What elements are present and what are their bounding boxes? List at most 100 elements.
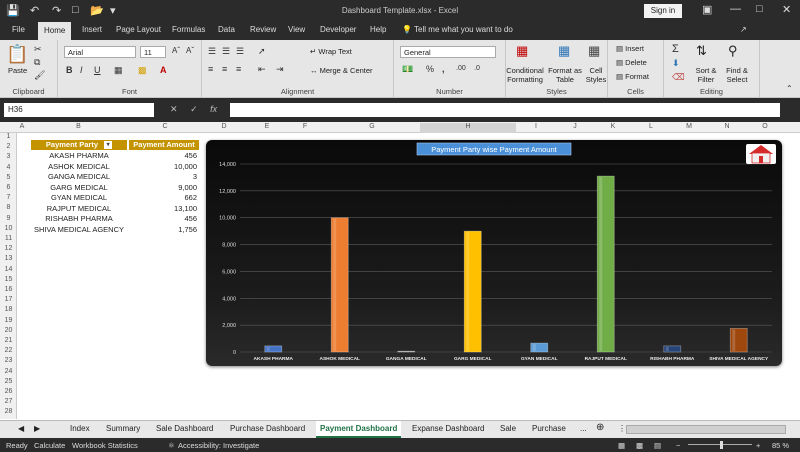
- fill-icon[interactable]: ⬇: [672, 58, 680, 69]
- column-header[interactable]: E: [248, 123, 286, 130]
- sheet-tab-sale-dashboard[interactable]: Sale Dashboard: [156, 424, 213, 433]
- format-cells-button[interactable]: ▤ Format: [616, 72, 649, 81]
- row-header[interactable]: 12: [0, 245, 17, 252]
- autosum-icon[interactable]: Σ: [672, 43, 679, 55]
- row-header[interactable]: 14: [0, 266, 17, 273]
- tab-data[interactable]: Data: [218, 25, 235, 34]
- paste-icon[interactable]: 📋: [6, 44, 28, 65]
- column-header[interactable]: L: [632, 123, 670, 130]
- sheet-tab-summary[interactable]: Summary: [106, 424, 140, 433]
- table-cell-amount[interactable]: 13,100: [129, 204, 197, 214]
- delete-cells-button[interactable]: ▤ Delete: [616, 58, 647, 67]
- grow-font-icon[interactable]: Aˆ: [172, 46, 180, 55]
- cut-icon[interactable]: ✂: [34, 44, 42, 55]
- column-header[interactable]: J: [556, 123, 594, 130]
- table-cell-party[interactable]: RISHABH PHARMA: [31, 214, 127, 224]
- column-header[interactable]: O: [746, 123, 784, 130]
- zoom-level[interactable]: 85 %: [772, 441, 789, 450]
- row-header[interactable]: 27: [0, 398, 17, 405]
- sheet-scroll-right-icon[interactable]: ▶: [34, 424, 40, 433]
- page-layout-view-icon[interactable]: ▩: [636, 441, 643, 450]
- row-header[interactable]: 6: [0, 184, 17, 191]
- format-as-table-icon[interactable]: ▦: [558, 43, 570, 59]
- align-center-icon[interactable]: ≡: [222, 64, 227, 74]
- row-header[interactable]: 9: [0, 215, 17, 222]
- tab-review[interactable]: Review: [250, 25, 276, 34]
- cancel-icon[interactable]: ✕: [170, 104, 178, 114]
- format-as-table-button[interactable]: Format as Table: [546, 66, 584, 84]
- tab-home[interactable]: Home: [38, 22, 72, 40]
- share-icon[interactable]: ↗: [740, 25, 747, 34]
- formula-input[interactable]: [230, 103, 780, 117]
- row-header[interactable]: 2: [0, 143, 17, 150]
- decrease-indent-icon[interactable]: ⇤: [258, 64, 266, 75]
- row-header[interactable]: 20: [0, 327, 17, 334]
- wrap-text-button[interactable]: ↵ Wrap Text: [310, 47, 352, 56]
- sort-filter-icon[interactable]: ⇅: [696, 43, 707, 59]
- column-header[interactable]: M: [670, 123, 708, 130]
- sheet-tab-sale[interactable]: Sale: [500, 424, 516, 433]
- status-calculate[interactable]: Calculate: [34, 441, 65, 450]
- align-left-icon[interactable]: ≡: [208, 64, 213, 74]
- tab-view[interactable]: View: [288, 25, 305, 34]
- row-header[interactable]: 1: [0, 133, 17, 140]
- close-icon[interactable]: ✕: [782, 3, 791, 16]
- insert-function-icon[interactable]: fx: [210, 104, 217, 114]
- align-bottom-icon[interactable]: ☰: [236, 46, 244, 57]
- tab-help[interactable]: Help: [370, 25, 386, 34]
- sort-filter-button[interactable]: Sort & Filter: [692, 66, 720, 84]
- font-color-icon[interactable]: A: [160, 65, 167, 75]
- sheet-tab-purchase-dashboard[interactable]: Purchase Dashboard: [230, 424, 305, 433]
- sign-in-button[interactable]: Sign in: [644, 4, 682, 18]
- enter-icon[interactable]: ✓: [190, 104, 198, 114]
- table-cell-party[interactable]: GYAN MEDICAL: [31, 193, 127, 203]
- align-right-icon[interactable]: ≡: [236, 64, 241, 74]
- zoom-in-icon[interactable]: +: [756, 441, 760, 450]
- filter-dropdown-icon[interactable]: ▾: [104, 141, 113, 150]
- decrease-decimal-icon[interactable]: .0: [474, 65, 480, 72]
- row-header[interactable]: 13: [0, 255, 17, 262]
- table-cell-party[interactable]: GARG MEDICAL: [31, 183, 127, 193]
- borders-icon[interactable]: ▦: [114, 65, 123, 76]
- insert-cells-button[interactable]: ▤ Insert: [616, 44, 644, 53]
- row-header[interactable]: 25: [0, 378, 17, 385]
- column-header[interactable]: G: [324, 123, 420, 130]
- table-cell-amount[interactable]: 10,000: [129, 162, 197, 172]
- increase-decimal-icon[interactable]: .00: [456, 65, 466, 72]
- split-handle-icon[interactable]: ⋮: [618, 424, 626, 433]
- status-workbook-stats[interactable]: Workbook Statistics: [72, 441, 138, 450]
- sheet-scroll-left-icon[interactable]: ◀: [18, 424, 24, 433]
- column-header[interactable]: H: [420, 123, 516, 133]
- italic-icon[interactable]: I: [80, 65, 83, 75]
- accounting-format-icon[interactable]: 💵: [402, 64, 413, 75]
- number-format-dropdown[interactable]: General: [400, 46, 496, 58]
- maximize-icon[interactable]: □: [756, 3, 763, 15]
- align-top-icon[interactable]: ☰: [208, 46, 216, 57]
- horizontal-scrollbar[interactable]: [626, 425, 786, 434]
- row-header[interactable]: 7: [0, 194, 17, 201]
- name-box[interactable]: H36: [4, 103, 154, 117]
- tell-me-search[interactable]: 💡 Tell me what you want to do: [402, 25, 513, 34]
- sheet-tab-more[interactable]: ...: [580, 424, 587, 433]
- row-header[interactable]: 26: [0, 388, 17, 395]
- tab-insert[interactable]: Insert: [82, 25, 102, 34]
- table-cell-amount[interactable]: 1,756: [129, 225, 197, 235]
- find-select-button[interactable]: Find & Select: [722, 66, 752, 84]
- column-header[interactable]: A: [17, 123, 27, 130]
- cell-styles-icon[interactable]: ▦: [588, 43, 600, 59]
- cell-styles-button[interactable]: Cell Styles: [582, 66, 610, 84]
- sheet-tab-payment-dashboard[interactable]: Payment Dashboard: [316, 421, 402, 438]
- table-cell-party[interactable]: AKASH PHARMA: [31, 151, 127, 161]
- page-break-view-icon[interactable]: ▤: [654, 441, 661, 450]
- increase-indent-icon[interactable]: ⇥: [276, 64, 284, 75]
- column-header[interactable]: B: [27, 123, 130, 130]
- add-sheet-icon[interactable]: ⊕: [596, 422, 604, 433]
- zoom-out-icon[interactable]: −: [676, 441, 680, 450]
- tab-page-layout[interactable]: Page Layout: [116, 25, 161, 34]
- table-cell-party[interactable]: ASHOK MEDICAL: [31, 162, 127, 172]
- table-cell-party[interactable]: GANGA MEDICAL: [31, 172, 127, 182]
- collapse-ribbon-icon[interactable]: ⌃: [786, 84, 793, 93]
- row-header[interactable]: 17: [0, 296, 17, 303]
- payment-chart[interactable]: 0 2,000 4,000 6,000 8,000 10,000 12,000 14,000 A…: [206, 140, 782, 366]
- row-header[interactable]: 10: [0, 225, 17, 232]
